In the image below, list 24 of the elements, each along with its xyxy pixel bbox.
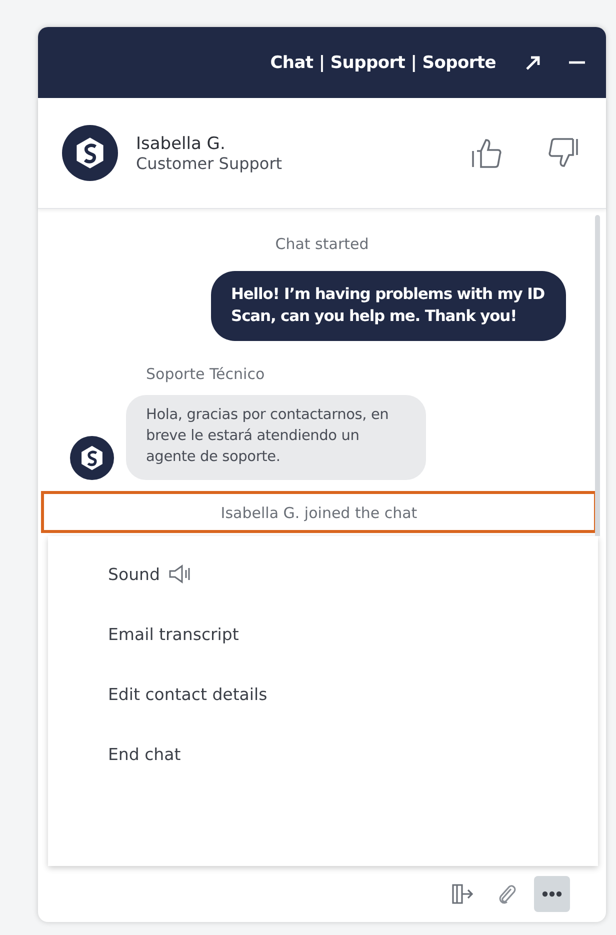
system-message: Isabella G. joined the chat: [44, 494, 594, 530]
thumbs-up-button[interactable]: [470, 136, 504, 170]
more-options-button[interactable]: [534, 876, 570, 912]
agent-name: Isabella G.: [136, 134, 226, 154]
user-message-bubble: Hello! I’m having problems with my ID Scan, can you help me. Thank you!: [211, 271, 566, 341]
window-title: Chat | Support | Soporte: [270, 52, 496, 72]
thumbs-down-button[interactable]: [546, 136, 580, 170]
menu-item[interactable]: Edit contact details: [48, 664, 598, 724]
sender-name: Soporte Técnico: [146, 365, 266, 383]
ellipsis-icon: [542, 891, 562, 897]
system-message: Chat started: [274, 235, 370, 255]
thumbs-up-icon: [470, 136, 504, 170]
minimize-icon: [569, 61, 585, 64]
menu-item[interactable]: Email transcript: [48, 604, 598, 664]
agent-avatar: [70, 436, 114, 480]
menu-item[interactable]: End chat: [48, 724, 598, 784]
exit-icon: [450, 882, 476, 906]
speaker-icon: [168, 564, 192, 584]
menu-item[interactable]: Sound: [48, 544, 598, 604]
thumbs-down-icon: [546, 136, 580, 170]
agent-role: Customer Support: [136, 154, 284, 172]
arrow-icon: [524, 54, 542, 72]
agent-avatar: [62, 125, 118, 181]
agent-message-bubble: Hola, gracias por contactarnos, en breve le estará atendiendo un agente de soporte.: [126, 395, 426, 480]
